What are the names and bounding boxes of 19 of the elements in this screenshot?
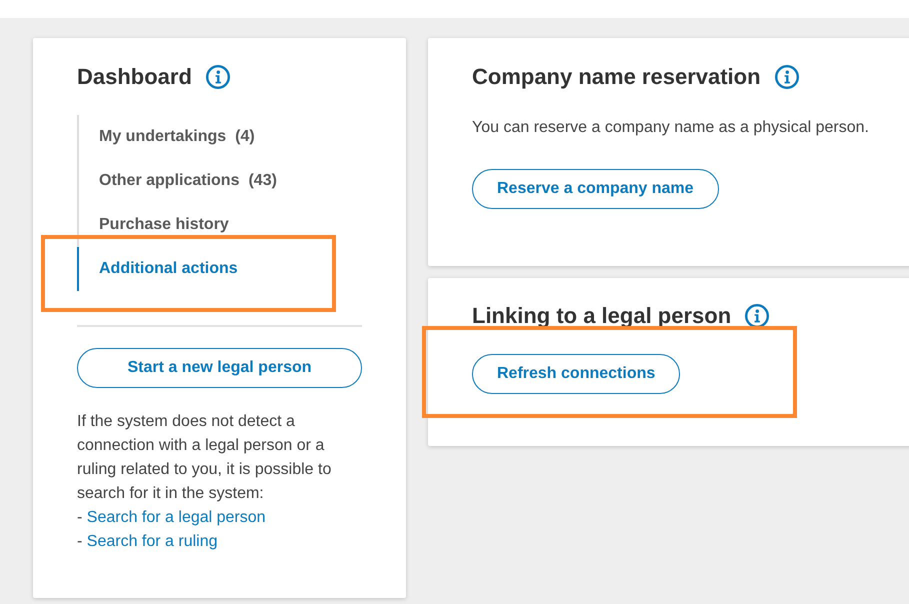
info-icon[interactable] — [206, 65, 230, 89]
card-text: You can reserve a company name as a physical person. — [472, 118, 869, 138]
help-text: If the system does not detect a connection with a legal person or a ruling related to you, it is possible to search for it in the system: — [77, 412, 332, 504]
action-button[interactable]: Reserve a company name — [472, 169, 719, 209]
link-item: - Search for a ruling — [77, 532, 218, 552]
nav-item[interactable]: Other applications (43) — [77, 159, 362, 203]
card-title: Dashboard — [77, 63, 192, 91]
action-button[interactable]: Start a new legal person — [77, 348, 362, 388]
card-title: Linking to a legal person — [472, 302, 732, 330]
link-item: - Search for a legal person — [77, 508, 266, 528]
info-icon[interactable] — [745, 304, 770, 328]
nav-item[interactable]: Additional actions — [77, 247, 362, 291]
nav-item[interactable]: Purchase history — [77, 203, 362, 247]
search-link[interactable]: Search for a legal person — [86, 509, 266, 526]
search-link[interactable]: Search for a ruling — [86, 533, 218, 550]
action-button[interactable]: Refresh connections — [472, 354, 680, 394]
nav-item[interactable]: My undertakings (4) — [77, 115, 362, 159]
info-icon[interactable] — [774, 65, 799, 89]
card-title: Company name reservation — [472, 63, 761, 91]
